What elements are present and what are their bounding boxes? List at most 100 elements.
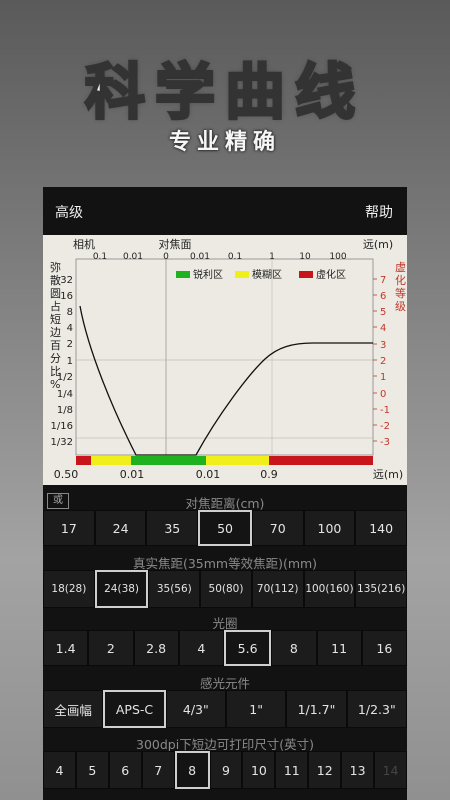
focus-distance-option[interactable]: 35 bbox=[146, 510, 199, 546]
legend-label: 模糊区 bbox=[252, 268, 282, 281]
focus-distance-option[interactable]: 50 bbox=[198, 510, 252, 546]
right-axis-label-char: 虚 bbox=[395, 261, 406, 274]
print-size-option[interactable]: 5 bbox=[75, 751, 109, 789]
right-tick-label: -3 bbox=[380, 437, 390, 448]
zone-bar-segment bbox=[76, 456, 91, 465]
print-size-row: 4 5 6 7 8 9 10 11 12 13 14 bbox=[43, 751, 407, 789]
zone-bar-segment bbox=[206, 456, 269, 465]
right-tick-label: 7 bbox=[380, 275, 386, 286]
left-tick-label: 8 bbox=[67, 307, 73, 318]
top-tick-label: 0.01 bbox=[190, 252, 210, 262]
right-axis-label-char: 级 bbox=[395, 300, 406, 313]
focal-length-option[interactable]: 35(56) bbox=[148, 570, 201, 608]
top-tick-label: 0.1 bbox=[228, 252, 242, 262]
bottom-tick-label: 0.9 bbox=[260, 468, 278, 481]
far-label: 远(m) bbox=[363, 238, 393, 251]
hero-title: 科学曲线 bbox=[84, 57, 365, 130]
aperture-option[interactable]: 11 bbox=[316, 630, 362, 666]
left-tick-label: 1/32 bbox=[51, 437, 73, 448]
legend-swatch bbox=[299, 271, 313, 278]
focal-length-option[interactable]: 135(216) bbox=[355, 570, 408, 608]
focus-distance-row: 17 24 35 50 70 100 140 bbox=[43, 510, 408, 546]
left-tick-label: 32 bbox=[60, 275, 73, 286]
far-bottom-label: 远(m) bbox=[373, 468, 403, 481]
zone-bar-segment bbox=[91, 456, 131, 465]
print-size-option[interactable]: 4 bbox=[43, 751, 76, 789]
sensor-option[interactable]: 1/1.7" bbox=[286, 690, 347, 728]
zone-bar-segment bbox=[131, 456, 206, 465]
camera-label: 相机 bbox=[73, 237, 95, 251]
print-size-option[interactable]: 8 bbox=[174, 751, 210, 789]
right-tick-label: 5 bbox=[380, 307, 386, 318]
dof-chart-svg: 相机 对焦面 远(m)0.1 0.01 0 0.01 0.1 1 10 100锐利区 模糊区 虚化区弥… bbox=[50, 237, 406, 481]
aperture-option[interactable]: 2 bbox=[88, 630, 134, 666]
focus-distance-option[interactable]: 70 bbox=[251, 510, 304, 546]
sensor-row: 全画幅 APS-C 4/3" 1" 1/1.7" 1/2.3" bbox=[43, 690, 407, 728]
right-tick-label: 6 bbox=[380, 291, 386, 302]
top-tick-label: 10 bbox=[299, 252, 311, 262]
aperture-option[interactable]: 8 bbox=[271, 630, 317, 666]
app-screen: 高级 帮助 相机 对焦面 远(m) 0.1 0.01 0 0.01 0.1 1 10 100 锐利区模… bbox=[43, 187, 408, 800]
right-axis-label-char: 化 bbox=[395, 273, 406, 287]
focus-distance-option[interactable]: 24 bbox=[94, 510, 147, 546]
print-size-option[interactable]: 11 bbox=[275, 751, 309, 789]
right-tick-label: 1 bbox=[380, 372, 386, 383]
bottom-tick-label: 0.01 bbox=[120, 468, 145, 481]
focal-length-option[interactable]: 18(28) bbox=[43, 570, 95, 608]
right-tick-label: 3 bbox=[380, 340, 386, 351]
aperture-option[interactable]: 1.4 bbox=[43, 630, 89, 666]
bottom-tick-label: 0.01 bbox=[196, 468, 221, 481]
print-size-option[interactable]: 9 bbox=[209, 751, 243, 789]
left-tick-label: 2 bbox=[67, 339, 73, 350]
focus-distance-option[interactable]: 17 bbox=[43, 510, 95, 546]
left-axis-label-char: 边 bbox=[50, 326, 61, 339]
focus-distance-option[interactable]: 100 bbox=[303, 510, 356, 546]
sensor-option[interactable]: 1/2.3" bbox=[346, 690, 407, 728]
focus-plane-label: 对焦面 bbox=[159, 237, 192, 251]
zone-bar-segment bbox=[269, 456, 373, 465]
top-tick-label: 0.1 bbox=[93, 252, 107, 262]
print-size-option[interactable]: 7 bbox=[141, 751, 175, 789]
left-tick-label: 1/2 bbox=[57, 372, 73, 383]
focus-distance-option[interactable]: 140 bbox=[355, 510, 408, 546]
top-tick-label: 100 bbox=[329, 252, 346, 262]
aperture-option[interactable]: 4 bbox=[178, 630, 224, 666]
aperture-row: 1.4 2 2.8 4 5.6 8 11 16 bbox=[43, 630, 407, 666]
top-bar: 高级 帮助 bbox=[43, 187, 407, 235]
dof-chart: 相机 对焦面 远(m) 0.1 0.01 0 0.01 0.1 1 10 100 锐利区 模糊区 虚化区弥… bbox=[43, 235, 407, 485]
right-tick-label: -1 bbox=[380, 405, 390, 416]
sensor-option[interactable]: APS-C bbox=[103, 690, 166, 728]
sensor-option[interactable]: 4/3" bbox=[165, 690, 226, 728]
print-size-option[interactable]: 12 bbox=[308, 751, 342, 789]
legend-swatch bbox=[235, 271, 249, 278]
aperture-option[interactable]: 2.8 bbox=[133, 630, 179, 666]
blur-curve bbox=[79, 305, 373, 456]
print-size-option[interactable]: 14 bbox=[374, 751, 407, 789]
print-size-option[interactable]: 10 bbox=[242, 751, 276, 789]
left-tick-label: 16 bbox=[60, 291, 73, 302]
focal-length-option[interactable]: 70(112) bbox=[251, 570, 304, 608]
print-size-option[interactable]: 13 bbox=[341, 751, 375, 789]
left-axis-label-char: 短 bbox=[50, 312, 61, 326]
focal-length-option[interactable]: 100(160) bbox=[303, 570, 356, 608]
legend-label: 虚化区 bbox=[316, 268, 346, 281]
focal-length-option[interactable]: 50(80) bbox=[200, 570, 252, 608]
help-button[interactable]: 帮助 bbox=[365, 202, 393, 222]
aperture-option[interactable]: 5.6 bbox=[224, 630, 272, 666]
sensor-option[interactable]: 全画幅 bbox=[43, 690, 104, 728]
right-tick-label: 4 bbox=[380, 323, 386, 334]
legend-swatch bbox=[176, 271, 190, 278]
sensor-option[interactable]: 1" bbox=[225, 690, 287, 728]
aperture-option[interactable]: 16 bbox=[361, 630, 407, 666]
advanced-button[interactable]: 高级 bbox=[55, 202, 83, 222]
focal-length-option[interactable]: 24(38) bbox=[94, 570, 149, 608]
left-axis-label-char: 弥 bbox=[50, 260, 61, 274]
right-axis-label-char: 等 bbox=[395, 286, 406, 300]
focal-length-row: 18(28) 24(38) 35(56) 50(80) 70(112) 100(160) 1… bbox=[43, 570, 408, 608]
right-tick-label: -2 bbox=[380, 421, 390, 432]
print-size-option[interactable]: 6 bbox=[108, 751, 142, 789]
left-axis-label-char: 百 bbox=[50, 339, 61, 352]
bottom-tick-label: 0.50 bbox=[54, 468, 79, 481]
left-tick-label: 1/8 bbox=[57, 405, 73, 416]
left-tick-label: 1/16 bbox=[51, 421, 73, 432]
